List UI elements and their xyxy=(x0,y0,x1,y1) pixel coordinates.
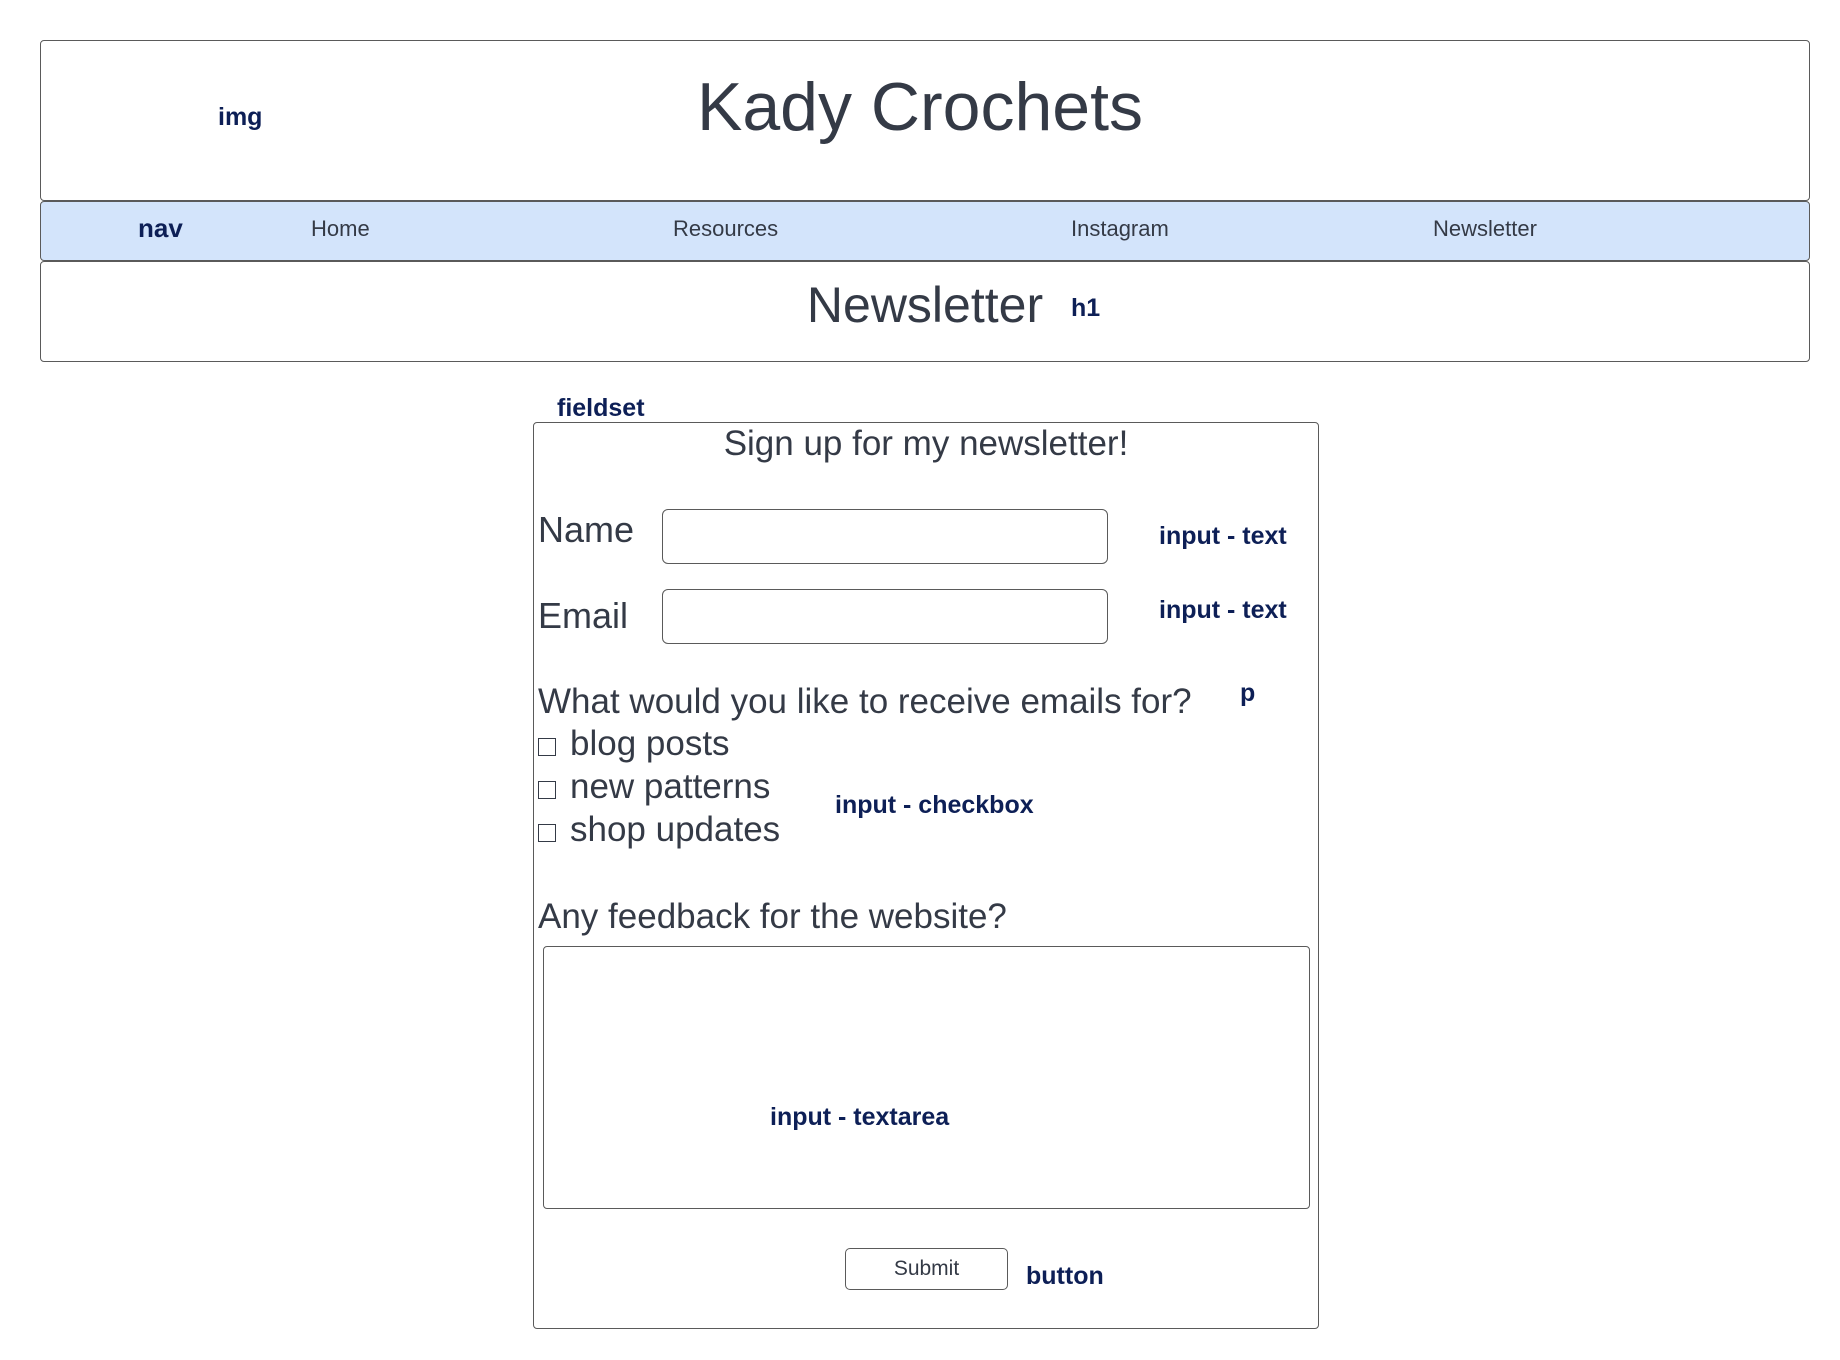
checkbox-label: blog posts xyxy=(570,724,730,763)
nav-annotation: nav xyxy=(138,213,183,243)
button-annotation: button xyxy=(1026,1262,1104,1290)
nav-link-home[interactable]: Home xyxy=(311,216,370,242)
nav-link-instagram[interactable]: Instagram xyxy=(1071,216,1169,242)
email-input[interactable] xyxy=(662,589,1108,644)
p-annotation: p xyxy=(1240,679,1256,707)
name-input-annotation: input - text xyxy=(1159,522,1287,550)
fieldset-legend: Sign up for my newsletter! xyxy=(723,424,1129,463)
page-heading: Newsletter xyxy=(806,277,1044,333)
name-input[interactable] xyxy=(662,509,1108,564)
email-label: Email xyxy=(538,595,629,636)
checkbox[interactable] xyxy=(538,738,556,756)
email-input-annotation: input - text xyxy=(1159,596,1287,624)
interests-question: What would you like to receive emails fo… xyxy=(538,682,1192,721)
checkbox-annotation: input - checkbox xyxy=(835,791,1034,819)
h1-annotation: h1 xyxy=(1071,294,1101,322)
checkbox-label: new patterns xyxy=(570,767,771,806)
nav-link-resources[interactable]: Resources xyxy=(673,216,778,242)
nav-bar xyxy=(40,201,1810,261)
checkbox-label: shop updates xyxy=(570,810,781,849)
name-label: Name xyxy=(538,509,635,550)
fieldset-annotation: fieldset xyxy=(557,394,645,422)
submit-button[interactable]: Submit xyxy=(845,1248,1008,1290)
site-title: Kady Crochets xyxy=(697,69,1143,145)
feedback-question: Any feedback for the website? xyxy=(538,897,1007,936)
feedback-textarea[interactable] xyxy=(543,946,1310,1209)
checkbox[interactable] xyxy=(538,824,556,842)
nav-link-newsletter[interactable]: Newsletter xyxy=(1433,216,1537,242)
textarea-annotation: input - textarea xyxy=(770,1103,950,1131)
checkbox[interactable] xyxy=(538,781,556,799)
img-annotation: img xyxy=(218,103,263,131)
